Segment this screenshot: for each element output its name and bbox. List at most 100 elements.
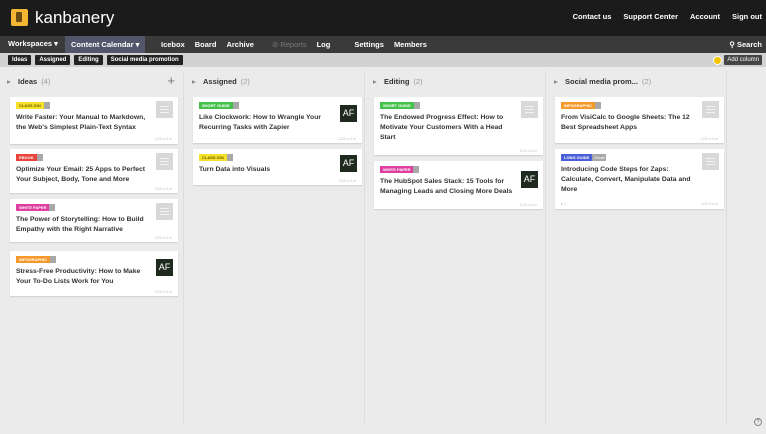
card-tag: EBOOK [16, 154, 43, 161]
nav-icebox[interactable]: Icebox [161, 40, 185, 49]
card-meta: 1225 d.d.m [338, 179, 356, 183]
task-card[interactable]: CLASS ION Write Faster: Your Manual to M… [10, 97, 178, 144]
search-icon: ⚲ [729, 40, 735, 49]
add-column-button[interactable]: Add column [713, 55, 762, 65]
help-icon[interactable]: ? [754, 418, 762, 426]
workspaces-menu[interactable]: Workspaces ▾ [8, 39, 58, 48]
task-card[interactable]: WHITE PAPER The Power of Storytelling: H… [10, 199, 178, 242]
card-meta: 1225 d.d.m [519, 203, 537, 207]
nav-bar: Workspaces ▾ Content Calendar ▾ Icebox B… [0, 36, 766, 53]
card-thumbnail-icon [156, 101, 173, 118]
column-count: (4) [41, 77, 51, 86]
card-meta: 1225 d.d.m [154, 187, 172, 191]
card-subtask-indicator: ▸ ✓ [561, 202, 567, 206]
card-meta: 1225 d.d.m [338, 137, 356, 141]
nav-settings[interactable]: Settings [354, 40, 384, 49]
card-tag: INFOGRAPHIC [16, 256, 56, 263]
task-card[interactable]: SHORT GUIDE The Endowed Progress Effect:… [374, 97, 543, 155]
card-title: From VisiCalc to Google Sheets: The 12 B… [561, 114, 690, 131]
column-editing: ▸ Editing (2) SHORT GUIDE The Endowed Pro… [366, 71, 546, 423]
nav-archive[interactable]: Archive [226, 40, 254, 49]
assignee-avatar[interactable]: AF [521, 171, 538, 188]
column-title: Ideas [18, 77, 38, 86]
assignee-avatar[interactable]: AF [340, 155, 357, 172]
chip-assigned[interactable]: Assigned [35, 55, 71, 65]
column-count: (2) [413, 77, 423, 86]
column-title: Editing [384, 77, 410, 86]
search-link[interactable]: ⚲ Search [729, 40, 762, 49]
contact-us-link[interactable]: Contact us [573, 12, 612, 21]
column-social-media-promotion: ▸ Social media prom... (2) INFOGRAPHIC Fr… [547, 71, 727, 423]
card-tag: WHITE PAPER [16, 204, 56, 211]
card-title: The HubSpot Sales Stack: 15 Tools for Ma… [380, 178, 513, 195]
task-card[interactable]: CLASS ION Turn Data into Visuals AF 1225… [193, 149, 362, 185]
collapse-arrow-icon[interactable]: ▸ [192, 77, 196, 86]
app-title[interactable]: kanbanery [35, 8, 114, 28]
column-title: Social media prom... [565, 77, 638, 86]
column-header: ▸ Editing (2) [366, 76, 545, 90]
task-card[interactable]: INFOGRAPHIC From VisiCalc to Google Shee… [555, 97, 724, 143]
nav-reports[interactable]: ⊘ Reports [272, 40, 307, 49]
task-card[interactable]: EBOOK Optimize Your Email: 25 Apps to Pe… [10, 149, 178, 193]
card-thumbnail-icon [521, 101, 538, 118]
sign-out-link[interactable]: Sign out [732, 12, 762, 21]
collapse-arrow-icon[interactable]: ▸ [554, 77, 558, 86]
nav-log[interactable]: Log [317, 40, 331, 49]
card-meta: 1225 d.d.m [700, 202, 718, 206]
support-center-link[interactable]: Support Center [623, 12, 678, 21]
kanbanery-logo-icon[interactable] [11, 9, 28, 26]
task-card[interactable]: WHITE PAPER The HubSpot Sales Stack: 15 … [374, 161, 543, 209]
card-tag: SHORT GUIDE [199, 102, 239, 109]
column-assigned: ▸ Assigned (2) SHORT GUIDE Like Clockwork… [185, 71, 365, 423]
nav-members[interactable]: Members [394, 40, 427, 49]
card-title: Stress-Free Productivity: How to Make Yo… [16, 268, 141, 285]
card-title: The Power of Storytelling: How to Build … [16, 216, 144, 233]
account-link[interactable]: Account [690, 12, 720, 21]
card-thumbnail-icon [702, 101, 719, 118]
task-card[interactable]: SHORT GUIDE Like Clockwork: How to Wrang… [193, 97, 362, 143]
column-ideas: ▸ Ideas (4) + CLASS ION Write Faster: You… [0, 71, 184, 423]
card-tag: INFOGRAPHIC [561, 102, 601, 109]
column-header: ▸ Social media prom... (2) [547, 76, 726, 90]
top-links: Contact us Support Center Account Sign o… [573, 12, 762, 21]
chip-editing[interactable]: Editing [74, 55, 103, 65]
collapse-arrow-icon[interactable]: ▸ [373, 77, 377, 86]
card-thumbnail-icon [156, 203, 173, 220]
card-meta: 1225 d.d.m [519, 149, 537, 153]
card-title: Turn Data into Visuals [199, 166, 271, 173]
top-bar: kanbanery Contact us Support Center Acco… [0, 0, 766, 36]
column-title: Assigned [203, 77, 237, 86]
nav-board[interactable]: Board [195, 40, 217, 49]
task-card[interactable]: LONG GUIDE Email Introducing Code Steps f… [555, 149, 724, 209]
card-thumbnail-icon [156, 153, 173, 170]
card-title: The Endowed Progress Effect: How to Moti… [380, 114, 504, 141]
card-meta: 1225 d.d.m [700, 137, 718, 141]
chip-ideas[interactable]: Ideas [8, 55, 32, 65]
card-title: Like Clockwork: How to Wrangle Your Recu… [199, 114, 321, 131]
collapse-arrow-icon[interactable]: ▸ [7, 77, 11, 86]
card-tag: LONG GUIDE Email [561, 154, 607, 161]
filter-bar: Ideas Assigned Editing Social media prom… [0, 53, 766, 67]
card-thumbnail-icon [702, 153, 719, 170]
column-filter-chips: Ideas Assigned Editing Social media prom… [8, 55, 183, 65]
assignee-avatar[interactable]: AF [156, 259, 173, 276]
column-header: ▸ Assigned (2) [185, 76, 364, 90]
card-title: Optimize Your Email: 25 Apps to Perfect … [16, 166, 146, 183]
add-card-button[interactable]: + [167, 73, 175, 88]
column-count: (2) [641, 77, 652, 86]
card-tag: SHORT GUIDE [380, 102, 420, 109]
chip-social-media-promotion[interactable]: Social media promotion [106, 55, 183, 65]
column-count: (2) [240, 77, 250, 86]
card-tag: WHITE PAPER [380, 166, 420, 173]
task-card[interactable]: INFOGRAPHIC Stress-Free Productivity: Ho… [10, 251, 178, 296]
column-header: ▸ Ideas (4) + [0, 73, 183, 90]
nav-items: Icebox Board Archive ⊘ Reports Log Setti… [161, 40, 427, 49]
card-tag: CLASS ION [16, 102, 50, 109]
card-title: Introducing Code Steps for Zaps: Calcula… [561, 166, 691, 193]
card-meta: 1225 d.d.m [154, 290, 172, 294]
content-calendar-menu[interactable]: Content Calendar ▾ [65, 36, 146, 53]
card-title: Write Faster: Your Manual to Markdown, t… [16, 114, 146, 131]
card-meta: 1225 d.d.m [154, 236, 172, 240]
assignee-avatar[interactable]: AF [340, 105, 357, 122]
add-column-icon [713, 55, 723, 65]
